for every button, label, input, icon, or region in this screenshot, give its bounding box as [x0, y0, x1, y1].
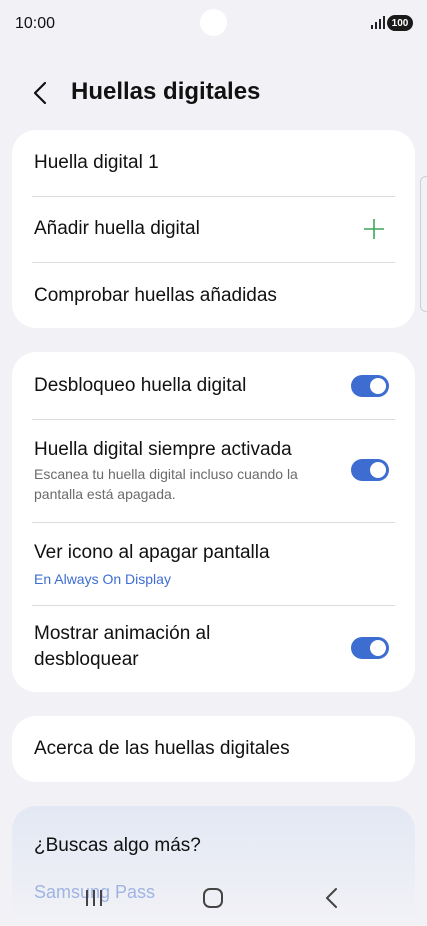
toggle-knob: [370, 378, 386, 394]
back-nav-icon[interactable]: [318, 884, 346, 912]
show-icon-screen-off-item[interactable]: Ver icono al apagar pantalla En Always O…: [12, 522, 415, 605]
check-fingerprints-item[interactable]: Comprobar huellas añadidas: [12, 262, 415, 328]
back-icon[interactable]: [28, 79, 56, 107]
app-header: Huellas digitales: [0, 70, 427, 116]
suggestions-title: ¿Buscas algo más?: [34, 835, 201, 856]
always-on-fingerprint-toggle[interactable]: [351, 459, 389, 481]
edge-panel-handle[interactable]: [420, 176, 427, 312]
battery-level: 100: [391, 17, 409, 29]
recent-apps-icon[interactable]: [80, 884, 108, 912]
add-fingerprint-label: Añadir huella digital: [34, 218, 200, 239]
always-on-display-link: En Always On Display: [34, 571, 171, 587]
status-bar: 10:00 100: [0, 0, 427, 50]
unlock-fingerprint-toggle[interactable]: [351, 375, 389, 397]
always-on-fingerprint-label: Huella digital siempre activada: [34, 439, 292, 460]
always-on-fingerprint-description: Escanea tu huella digital incluso cuando…: [34, 466, 298, 502]
fingerprint-1-label: Huella digital 1: [34, 152, 159, 173]
plus-icon[interactable]: [362, 217, 386, 241]
toggle-knob: [370, 640, 386, 656]
always-on-fingerprint-item[interactable]: Huella digital siempre activada Escanea …: [12, 419, 415, 522]
add-fingerprint-item[interactable]: Añadir huella digital: [12, 196, 415, 262]
show-icon-screen-off-label: Ver icono al apagar pantalla: [34, 542, 270, 563]
unlock-animation-item[interactable]: Mostrar animación al desbloquear: [12, 605, 415, 692]
navigation-bar: [0, 870, 427, 926]
unlock-fingerprint-item[interactable]: Desbloqueo huella digital: [12, 352, 415, 419]
about-fingerprints-item[interactable]: Acerca de las huellas digitales: [12, 716, 415, 782]
unlock-animation-toggle[interactable]: [351, 637, 389, 659]
page-title: Huellas digitales: [71, 78, 261, 105]
battery-icon: 100: [387, 15, 413, 31]
fingerprint-1-item[interactable]: Huella digital 1: [12, 130, 415, 196]
status-time: 10:00: [15, 15, 56, 32]
toggle-knob: [370, 462, 386, 478]
front-camera: [200, 9, 227, 36]
signal-icon: [371, 16, 385, 29]
about-fingerprints-label: Acerca de las huellas digitales: [34, 738, 290, 759]
unlock-animation-label: Mostrar animación al desbloquear: [34, 623, 211, 670]
check-fingerprints-label: Comprobar huellas añadidas: [34, 285, 277, 306]
unlock-fingerprint-label: Desbloqueo huella digital: [34, 375, 247, 396]
fingerprint-settings-card: Desbloqueo huella digital Huella digital…: [12, 352, 415, 692]
home-icon[interactable]: [199, 884, 227, 912]
about-card: Acerca de las huellas digitales: [12, 716, 415, 782]
fingerprint-list-card: Huella digital 1 Añadir huella digital C…: [12, 130, 415, 328]
